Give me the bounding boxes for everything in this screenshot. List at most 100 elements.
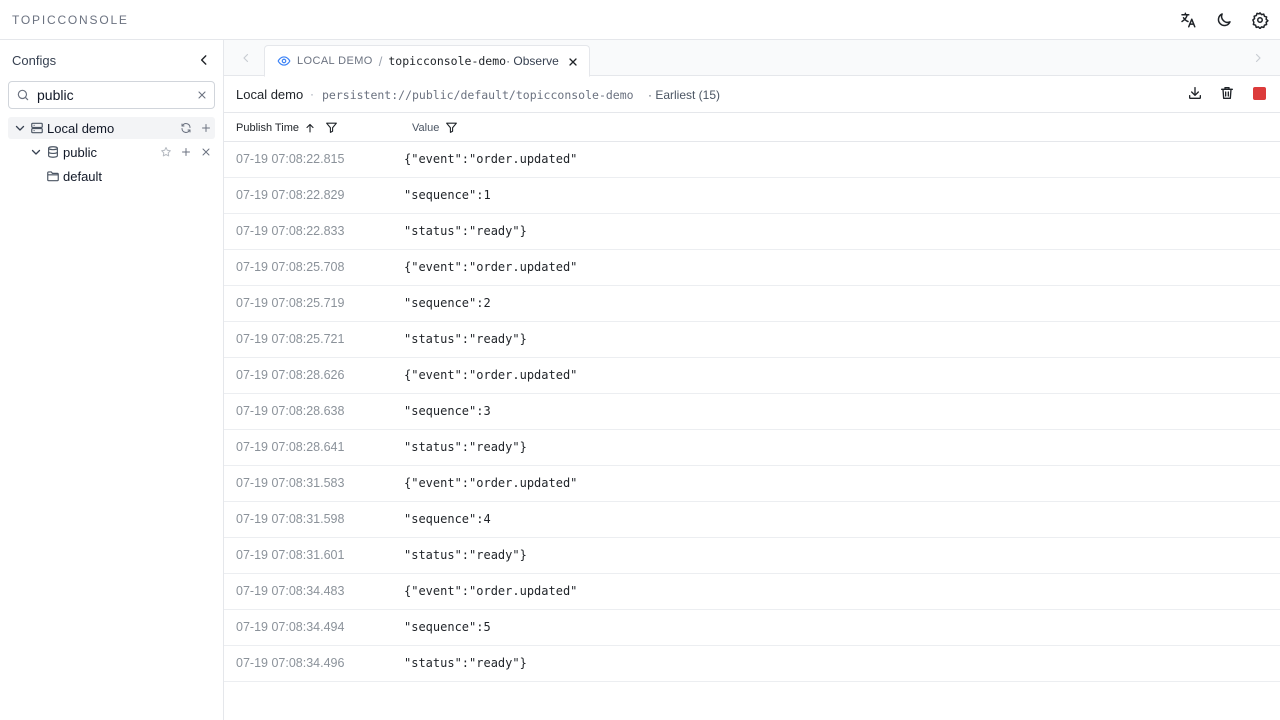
table-row[interactable]: 07-19 07:08:31.601 "status":"ready"} [224, 538, 1280, 574]
value-cell: "sequence":1 [404, 188, 491, 202]
filter-icon[interactable] [325, 121, 338, 134]
column-header-publish-time[interactable]: Publish Time [236, 121, 338, 134]
column-label: Value [412, 121, 440, 134]
arrow-up-icon[interactable] [304, 122, 316, 134]
add-icon[interactable] [179, 145, 193, 159]
column-header-value[interactable]: Value [412, 121, 458, 134]
tab-bar: LOCAL DEMO / topicconsole-demo · Observe [224, 40, 1280, 77]
publish-time-cell: 07-19 07:08:28.641 [236, 440, 345, 454]
brand-logo: TOPICCONSOLE [12, 13, 129, 27]
publish-time-cell: 07-19 07:08:22.829 [236, 188, 345, 202]
star-icon[interactable] [159, 145, 173, 159]
value-cell: {"event":"order.updated" [404, 584, 578, 598]
filter-icon[interactable] [445, 121, 458, 134]
moon-icon[interactable] [1212, 8, 1236, 32]
trash-icon[interactable] [1218, 84, 1236, 102]
table-row[interactable]: 07-19 07:08:25.719 "sequence":2 [224, 286, 1280, 322]
add-icon[interactable] [199, 121, 213, 135]
table-row[interactable]: 07-19 07:08:28.641 "status":"ready"} [224, 430, 1280, 466]
chevron-down-icon[interactable] [30, 146, 42, 158]
info-cluster-name: Local demo [236, 87, 304, 102]
table-row[interactable]: 07-19 07:08:34.483 {"event":"order.update… [224, 574, 1280, 610]
cluster-actions [179, 121, 213, 135]
sidebar: Configs Local demo [0, 40, 224, 720]
column-label: Publish Time [236, 121, 299, 134]
translate-icon[interactable] [1176, 8, 1200, 32]
table-row[interactable]: 07-19 07:08:31.583 {"event":"order.update… [224, 466, 1280, 502]
refresh-icon[interactable] [179, 121, 193, 135]
tab-mode-label: · Observe [506, 54, 559, 68]
tab-separator: / [378, 53, 383, 69]
tab-topic-observe[interactable]: LOCAL DEMO / topicconsole-demo · Observe [264, 45, 590, 77]
tree-item-label: default [63, 168, 103, 184]
table-row[interactable]: 07-19 07:08:22.833 "status":"ready"} [224, 214, 1280, 250]
info-separator: · [310, 87, 314, 101]
download-icon[interactable] [1186, 84, 1204, 102]
topic-info-bar: Local demo · persistent://public/default… [224, 76, 1280, 113]
info-topic-path: persistent://public/default/topicconsole… [322, 88, 634, 102]
table-row[interactable]: 07-19 07:08:25.721 "status":"ready"} [224, 322, 1280, 358]
publish-time-cell: 07-19 07:08:31.601 [236, 548, 345, 562]
topic-actions [1186, 84, 1268, 102]
value-cell: {"event":"order.updated" [404, 152, 578, 166]
value-cell: {"event":"order.updated" [404, 476, 578, 490]
tree-item-label: public [63, 144, 97, 160]
search-icon [17, 89, 29, 101]
chevron-down-icon[interactable] [14, 122, 26, 134]
table-header: Publish Time Value [224, 113, 1280, 142]
publish-time-cell: 07-19 07:08:25.708 [236, 260, 345, 274]
tenant-actions [159, 145, 213, 159]
publish-time-cell: 07-19 07:08:34.496 [236, 656, 345, 670]
main-panel: LOCAL DEMO / topicconsole-demo · Observe… [224, 40, 1280, 720]
tree-item-tenant[interactable]: public [8, 141, 215, 163]
server-icon [30, 121, 44, 135]
chevron-left-icon[interactable] [240, 52, 252, 64]
messages-table-body: 07-19 07:08:22.815 {"event":"order.update… [224, 142, 1280, 682]
publish-time-cell: 07-19 07:08:28.626 [236, 368, 345, 382]
value-cell: "sequence":3 [404, 404, 491, 418]
publish-time-cell: 07-19 07:08:22.833 [236, 224, 345, 238]
sidebar-title: Configs [12, 53, 57, 68]
tab-topic-name: topicconsole-demo [388, 54, 507, 68]
value-cell: {"event":"order.updated" [404, 260, 578, 274]
tab-cluster-label: LOCAL DEMO [297, 55, 373, 67]
value-cell: "sequence":5 [404, 620, 491, 634]
value-cell: "sequence":4 [404, 512, 491, 526]
search-input[interactable] [37, 86, 187, 104]
gear-icon[interactable] [1248, 8, 1272, 32]
tree-item-cluster[interactable]: Local demo [8, 117, 215, 139]
database-icon [46, 145, 60, 159]
table-row[interactable]: 07-19 07:08:25.708 {"event":"order.update… [224, 250, 1280, 286]
value-cell: "status":"ready"} [404, 440, 527, 454]
close-icon[interactable] [567, 56, 579, 68]
table-row[interactable]: 07-19 07:08:22.815 {"event":"order.update… [224, 142, 1280, 178]
publish-time-cell: 07-19 07:08:31.598 [236, 512, 345, 526]
stop-button[interactable] [1250, 84, 1268, 102]
table-row[interactable]: 07-19 07:08:34.496 "status":"ready"} [224, 646, 1280, 682]
table-row[interactable]: 07-19 07:08:28.626 {"event":"order.update… [224, 358, 1280, 394]
chevron-right-icon[interactable] [1252, 52, 1264, 64]
collapse-sidebar-icon[interactable] [196, 52, 212, 68]
publish-time-cell: 07-19 07:08:25.719 [236, 296, 345, 310]
value-cell: "sequence":2 [404, 296, 491, 310]
clear-search-icon[interactable] [196, 89, 208, 101]
value-cell: "status":"ready"} [404, 548, 527, 562]
info-position: · Earliest (15) [648, 88, 721, 102]
tree-item-label: Local demo [47, 120, 115, 136]
close-icon[interactable] [199, 145, 213, 159]
value-cell: "status":"ready"} [404, 332, 527, 346]
table-row[interactable]: 07-19 07:08:31.598 "sequence":4 [224, 502, 1280, 538]
table-row[interactable]: 07-19 07:08:22.829 "sequence":1 [224, 178, 1280, 214]
publish-time-cell: 07-19 07:08:28.638 [236, 404, 345, 418]
eye-icon [277, 56, 291, 66]
publish-time-cell: 07-19 07:08:25.721 [236, 332, 345, 346]
value-cell: "status":"ready"} [404, 656, 527, 670]
app-header: TOPICCONSOLE [0, 0, 1280, 40]
publish-time-cell: 07-19 07:08:34.483 [236, 584, 345, 598]
table-row[interactable]: 07-19 07:08:34.494 "sequence":5 [224, 610, 1280, 646]
tree-item-namespace[interactable]: default [8, 165, 215, 187]
publish-time-cell: 07-19 07:08:34.494 [236, 620, 345, 634]
header-actions [1176, 8, 1272, 32]
publish-time-cell: 07-19 07:08:22.815 [236, 152, 345, 166]
table-row[interactable]: 07-19 07:08:28.638 "sequence":3 [224, 394, 1280, 430]
